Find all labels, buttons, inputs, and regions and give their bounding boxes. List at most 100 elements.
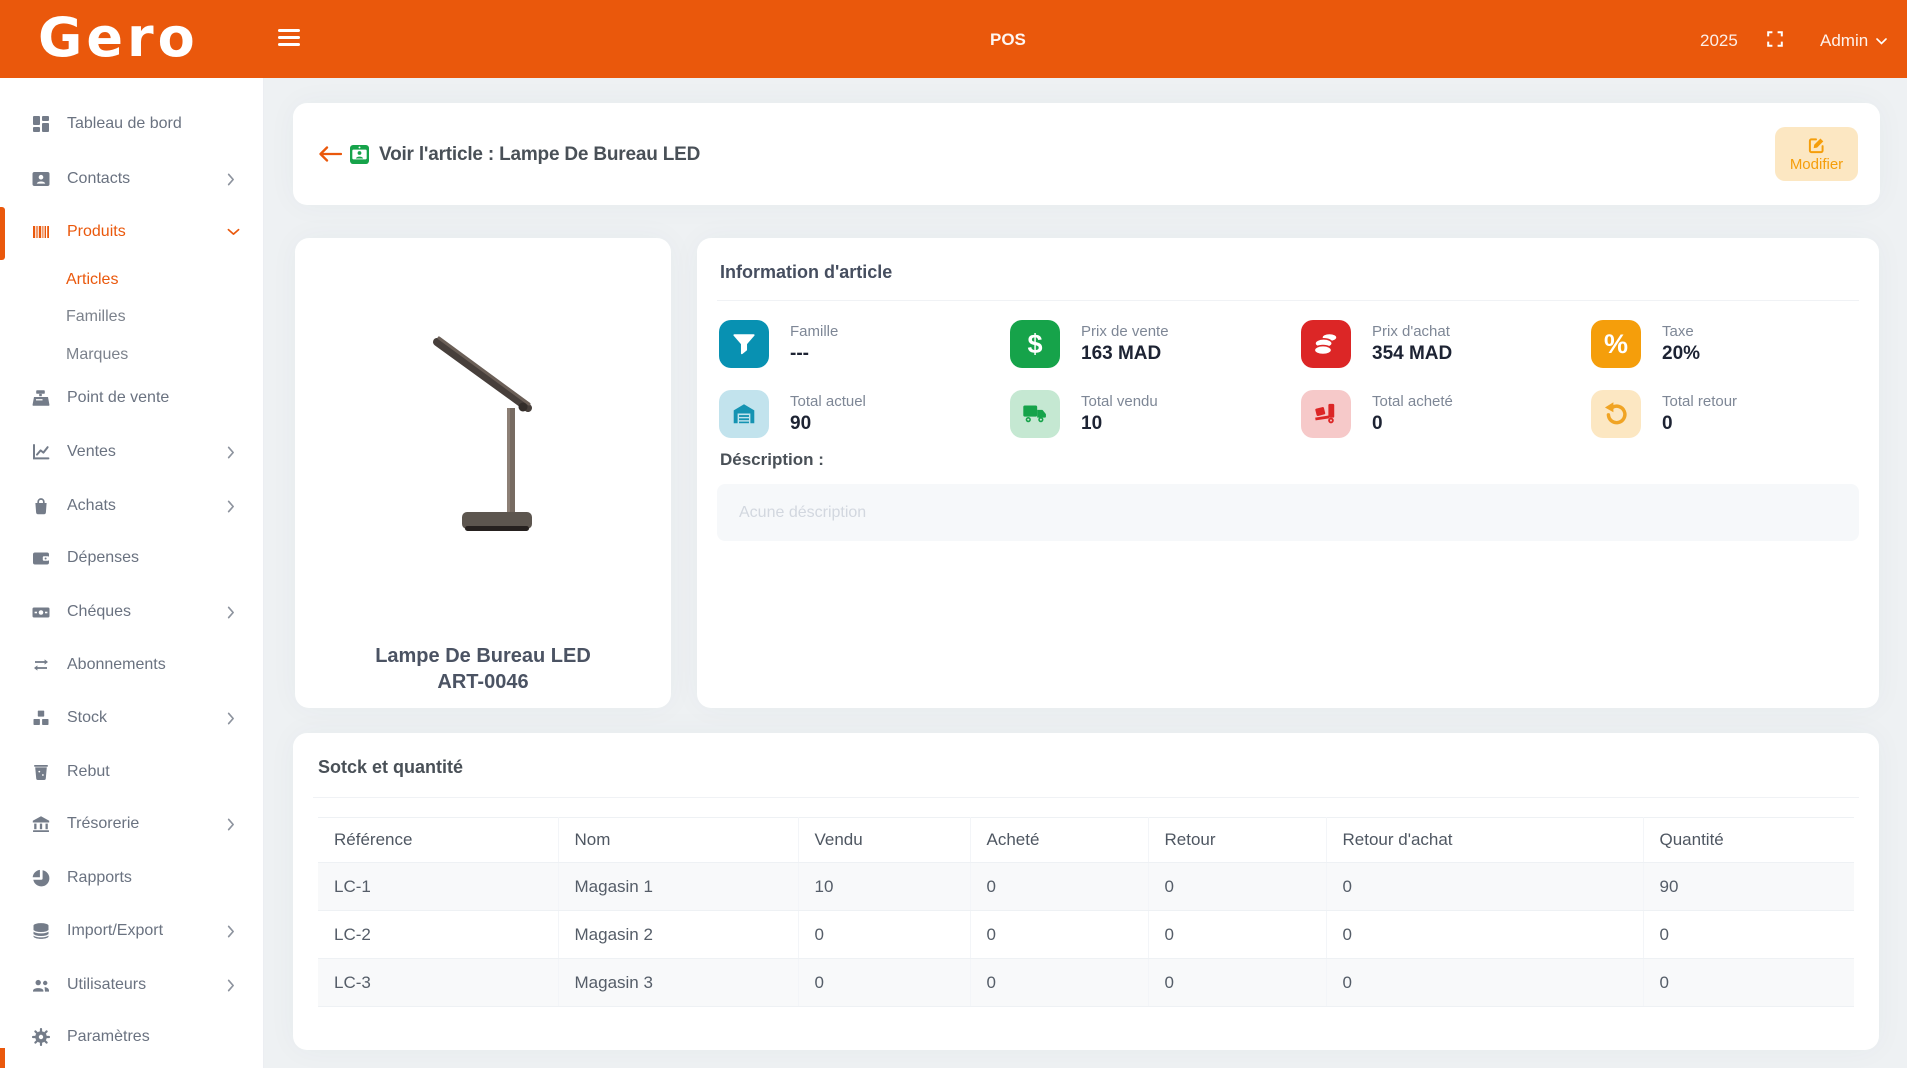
col-retour: Retour: [1148, 818, 1326, 863]
col-vendu: Vendu: [798, 818, 970, 863]
info-card-title: Information d'article: [720, 262, 892, 283]
filter-icon: [719, 320, 769, 368]
col-retour-achat: Retour d'achat: [1326, 818, 1643, 863]
chart-icon: [31, 442, 51, 462]
cash-register-icon: [31, 388, 51, 408]
warehouse-icon: [719, 390, 769, 438]
col-quantite: Quantité: [1643, 818, 1854, 863]
stats-grid: Famille--- $Prix de vente163 MAD Prix d'…: [719, 320, 1841, 440]
wallet-icon: [31, 548, 51, 568]
shopping-bag-icon: [31, 496, 51, 516]
sidebar-item-tableau-de-bord[interactable]: Tableau de bord: [0, 104, 264, 144]
logo: Gero: [38, 6, 199, 69]
fullscreen-icon[interactable]: [1766, 30, 1784, 48]
sidebar-item-contacts[interactable]: Contacts: [0, 159, 264, 199]
bank-icon: [31, 814, 51, 834]
chevron-right-icon: [227, 712, 235, 725]
percent-icon: %: [1591, 320, 1641, 368]
stat-total-retour: Total retour0: [1591, 390, 1841, 440]
dashboard-icon: [31, 114, 51, 134]
sidebar-item-tresorerie[interactable]: Trésorerie: [0, 804, 264, 844]
user-menu[interactable]: Admin: [1820, 31, 1887, 51]
gear-icon: [31, 1027, 51, 1047]
year-label: 2025: [1700, 31, 1738, 51]
stat-total-vendu: Total vendu10: [1010, 390, 1301, 440]
boxes-icon: [31, 708, 51, 728]
chevron-right-icon: [227, 173, 235, 186]
description-placeholder: Acune déscription: [739, 504, 866, 522]
table-row: LC-3Magasin 300000: [318, 959, 1854, 1007]
sidebar-item-depenses[interactable]: Dépenses: [0, 538, 264, 578]
table-header-row: Référence Nom Vendu Acheté Retour Retour…: [318, 818, 1854, 863]
article-info-card: Information d'article Famille--- $Prix d…: [697, 238, 1879, 708]
sidebar-item-abonnements[interactable]: Abonnements: [0, 645, 264, 685]
product-image-card: Lampe De Bureau LED ART-0046: [295, 238, 671, 708]
sidebar-item-utilisateurs[interactable]: Utilisateurs: [0, 965, 264, 1005]
app-title: POS: [990, 30, 1026, 50]
coins-icon: [1301, 320, 1351, 368]
product-reference: ART-0046: [295, 671, 671, 694]
stat-famille: Famille---: [719, 320, 1010, 370]
sidebar-item-ventes[interactable]: Ventes: [0, 432, 264, 472]
cheque-icon: [31, 602, 51, 622]
article-badge-icon: [350, 145, 369, 164]
product-name: Lampe De Bureau LED: [295, 645, 671, 668]
stat-total-achete: Total acheté0: [1301, 390, 1591, 440]
stat-prix-de-vente: $Prix de vente163 MAD: [1010, 320, 1301, 370]
barcode-icon: [31, 222, 51, 242]
sidebar-item-achats[interactable]: Achats: [0, 486, 264, 526]
stat-prix-achat: Prix d'achat354 MAD: [1301, 320, 1591, 370]
sidebar-item-point-de-vente[interactable]: Point de vente: [0, 378, 264, 418]
stat-total-actuel: Total actuel90: [719, 390, 1010, 440]
top-header: Gero POS 2025 Admin: [0, 0, 1907, 78]
description-label: Déscription :: [720, 450, 824, 470]
edit-button[interactable]: Modifier: [1775, 127, 1858, 181]
edit-icon: [1808, 136, 1826, 154]
users-icon: [31, 975, 51, 995]
sidebar-item-parametres[interactable]: Paramètres: [0, 1017, 264, 1057]
chevron-right-icon: [227, 818, 235, 831]
description-box: Acune déscription: [717, 484, 1859, 541]
repeat-icon: [31, 655, 51, 675]
dolly-icon: [1301, 390, 1351, 438]
col-nom: Nom: [558, 818, 798, 863]
sidebar-item-cheques[interactable]: Chéques: [0, 592, 264, 632]
sidebar-scrollbar[interactable]: [0, 1048, 5, 1068]
stock-table: Référence Nom Vendu Acheté Retour Retour…: [318, 817, 1854, 1007]
sidebar: Tableau de bord Contacts Produits Articl…: [0, 78, 264, 1068]
user-menu-label: Admin: [1820, 31, 1868, 51]
sidebar-item-familles[interactable]: Familles: [0, 302, 264, 332]
chevron-down-icon: [227, 228, 240, 236]
divider: [313, 797, 1859, 798]
table-row: LC-2Magasin 200000: [318, 911, 1854, 959]
sidebar-item-rebut[interactable]: Rebut: [0, 752, 264, 792]
chevron-right-icon: [227, 446, 235, 459]
sidebar-item-import-export[interactable]: Import/Export: [0, 911, 264, 951]
sidebar-item-rapports[interactable]: Rapports: [0, 858, 264, 898]
article-title-card: Voir l'article : Lampe De Bureau LED Mod…: [293, 103, 1880, 205]
col-achete: Acheté: [970, 818, 1148, 863]
contacts-icon: [31, 169, 51, 189]
pie-chart-icon: [31, 868, 51, 888]
chevron-right-icon: [227, 925, 235, 938]
undo-icon: [1591, 390, 1641, 438]
chevron-right-icon: [227, 500, 235, 513]
page-title: Voir l'article : Lampe De Bureau LED: [379, 144, 700, 166]
col-reference: Référence: [318, 818, 558, 863]
chevron-down-icon: [1876, 38, 1887, 45]
stock-card: Sotck et quantité Référence Nom Vendu Ac…: [293, 733, 1879, 1050]
table-row: LC-1Magasin 11000090: [318, 863, 1854, 911]
hamburger-menu-icon[interactable]: [278, 29, 300, 49]
sidebar-item-stock[interactable]: Stock: [0, 698, 264, 738]
stat-taxe: %Taxe20%: [1591, 320, 1841, 370]
sidebar-item-marques[interactable]: Marques: [0, 340, 264, 370]
back-arrow-icon[interactable]: [318, 146, 342, 162]
chevron-right-icon: [227, 979, 235, 992]
truck-icon: [1010, 390, 1060, 438]
sidebar-item-articles[interactable]: Articles: [0, 265, 264, 295]
stock-card-title: Sotck et quantité: [318, 757, 463, 778]
sidebar-item-produits[interactable]: Produits: [0, 212, 264, 252]
divider: [717, 300, 1859, 301]
dollar-icon: $: [1010, 320, 1060, 368]
chevron-right-icon: [227, 606, 235, 619]
